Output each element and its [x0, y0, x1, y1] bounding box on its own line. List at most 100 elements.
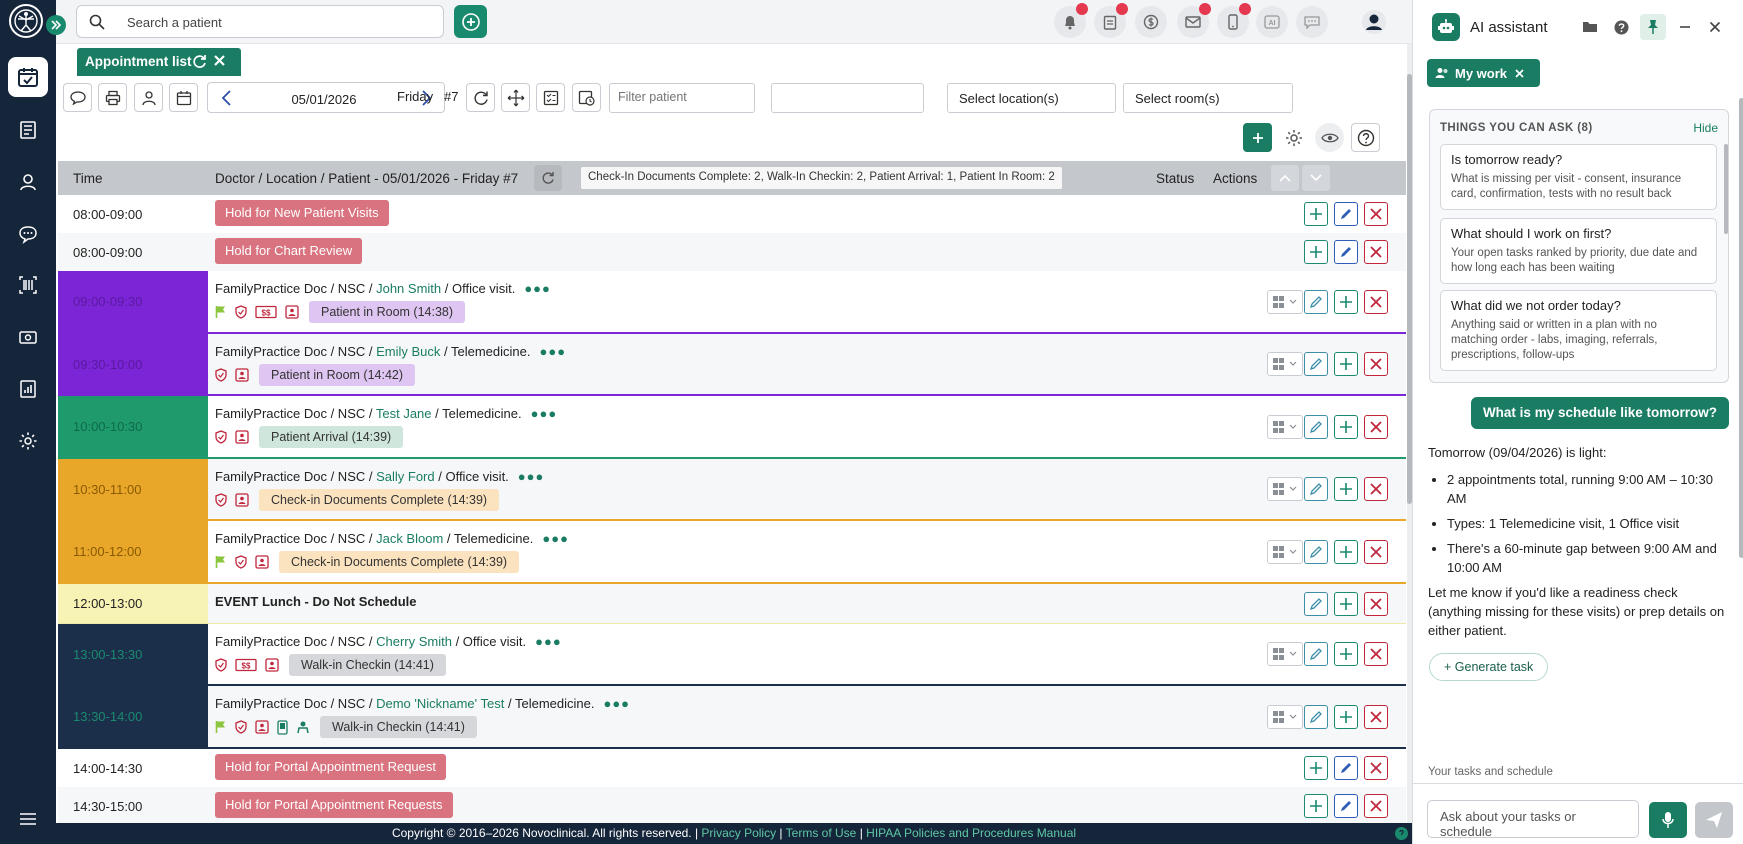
- more-options-icon[interactable]: ●●●: [518, 469, 545, 484]
- hold-block[interactable]: Hold for Portal Appointment Requests: [215, 792, 453, 818]
- hide-suggestions-link[interactable]: Hide: [1693, 121, 1718, 135]
- status-badge[interactable]: Check-in Documents Complete (14:39): [259, 489, 500, 511]
- calendar-button[interactable]: [169, 83, 198, 112]
- edit-button[interactable]: [1304, 414, 1328, 439]
- patient-name-link[interactable]: Cherry Smith: [376, 634, 452, 649]
- billing-nav-icon[interactable]: [8, 317, 48, 357]
- add-button[interactable]: [1334, 539, 1358, 564]
- apps-dropdown-icon[interactable]: [1267, 352, 1303, 376]
- add-button[interactable]: [1334, 642, 1358, 666]
- add-button[interactable]: [1334, 477, 1358, 501]
- delete-button[interactable]: [1364, 591, 1388, 616]
- delete-button[interactable]: [1364, 477, 1388, 501]
- messages-icon[interactable]: [1296, 6, 1328, 38]
- vitruvian-logo-icon[interactable]: [9, 4, 43, 38]
- more-options-icon[interactable]: ●●●: [524, 281, 551, 296]
- folder-icon[interactable]: [1577, 14, 1603, 40]
- calendar-nav-icon[interactable]: [8, 57, 48, 97]
- add-button[interactable]: [1334, 414, 1358, 439]
- more-options-icon[interactable]: ●●●: [531, 406, 558, 421]
- delete-button[interactable]: [1364, 642, 1388, 666]
- apps-dropdown-icon[interactable]: [1267, 477, 1303, 501]
- hold-block[interactable]: Hold for Chart Review: [215, 238, 363, 264]
- notifications-bell-icon[interactable]: [1054, 3, 1088, 38]
- edit-button[interactable]: [1304, 704, 1328, 729]
- refresh-tab-icon[interactable]: [192, 54, 207, 69]
- generate-task-button[interactable]: + Generate task: [1429, 653, 1549, 681]
- delete-button[interactable]: [1364, 756, 1388, 780]
- suggestions-scrollbar[interactable]: [1724, 144, 1728, 234]
- barcode-nav-icon[interactable]: [8, 265, 48, 305]
- mobile-icon[interactable]: [1217, 3, 1251, 38]
- help-icon[interactable]: [1608, 14, 1634, 40]
- apps-dropdown-icon[interactable]: [1267, 539, 1303, 564]
- filter-patient-input[interactable]: [618, 90, 738, 104]
- chat-nav-icon[interactable]: [8, 214, 48, 254]
- my-work-chip[interactable]: My work: [1427, 59, 1541, 87]
- edit-button[interactable]: [1304, 289, 1328, 314]
- schedule-clock-button[interactable]: [572, 83, 601, 112]
- delete-button[interactable]: [1364, 704, 1388, 729]
- expand-sidebar-icon[interactable]: [46, 15, 66, 35]
- apps-dropdown-icon[interactable]: [1267, 642, 1303, 666]
- patient-name-link[interactable]: Jack Bloom: [376, 531, 443, 546]
- apps-dropdown-icon[interactable]: [1267, 289, 1303, 314]
- clipboard-icon[interactable]: [1094, 3, 1128, 38]
- view-eye-icon[interactable]: [1315, 123, 1344, 152]
- terms-of-use-link[interactable]: Terms of Use: [786, 826, 857, 840]
- patient-name-link[interactable]: Sally Ford: [376, 469, 435, 484]
- more-options-icon[interactable]: ●●●: [535, 634, 562, 649]
- settings-nav-icon[interactable]: [8, 421, 48, 461]
- add-button[interactable]: [1304, 794, 1328, 818]
- settings-gear-icon[interactable]: [1279, 123, 1308, 152]
- scroll-up-icon[interactable]: [1271, 165, 1299, 191]
- ai-message-input[interactable]: [1427, 800, 1639, 838]
- status-badge[interactable]: Patient in Room (14:38): [309, 301, 466, 323]
- close-icon[interactable]: [1702, 14, 1728, 40]
- edit-button[interactable]: [1304, 642, 1328, 666]
- edit-button[interactable]: [1334, 794, 1358, 818]
- close-tab-icon[interactable]: [213, 54, 226, 67]
- status-badge[interactable]: Patient Arrival (14:39): [259, 426, 404, 448]
- ai-icon[interactable]: AI: [1256, 6, 1288, 38]
- more-options-icon[interactable]: ●●●: [603, 696, 630, 711]
- minimize-icon[interactable]: [1672, 14, 1698, 40]
- menu-icon[interactable]: [8, 806, 48, 832]
- send-button[interactable]: [1695, 802, 1733, 838]
- edit-button[interactable]: [1304, 539, 1328, 564]
- help-question-icon[interactable]: [1395, 827, 1408, 840]
- edit-button[interactable]: [1334, 240, 1358, 264]
- add-button[interactable]: [1304, 240, 1328, 264]
- refresh-button[interactable]: [466, 83, 495, 112]
- checklist-button[interactable]: [536, 83, 565, 112]
- patient-name-link[interactable]: Demo 'Nickname' Test: [376, 696, 504, 711]
- hipaa-manual-link[interactable]: HIPAA Policies and Procedures Manual: [866, 826, 1076, 840]
- document-nav-icon[interactable]: [8, 110, 48, 150]
- privacy-policy-link[interactable]: Privacy Policy: [701, 826, 776, 840]
- add-button[interactable]: [1334, 591, 1358, 616]
- comment-button[interactable]: [63, 83, 92, 112]
- ai-scrollbar-thumb[interactable]: [1739, 98, 1743, 558]
- delete-button[interactable]: [1364, 794, 1388, 818]
- suggestion-card[interactable]: What did we not order today? Anything sa…: [1440, 290, 1717, 371]
- more-options-icon[interactable]: ●●●: [539, 344, 566, 359]
- scroll-down-icon[interactable]: [1302, 165, 1330, 191]
- pin-icon[interactable]: [1640, 14, 1666, 40]
- patient-search[interactable]: [76, 5, 444, 38]
- search-input[interactable]: [127, 12, 427, 32]
- delete-button[interactable]: [1364, 202, 1388, 226]
- profile-avatar-icon[interactable]: [1358, 6, 1390, 38]
- edit-button[interactable]: [1304, 591, 1328, 616]
- apps-dropdown-icon[interactable]: [1267, 414, 1303, 439]
- print-button[interactable]: [98, 83, 127, 112]
- patient-name-link[interactable]: Emily Buck: [376, 344, 440, 359]
- edit-button[interactable]: [1334, 202, 1358, 226]
- more-options-icon[interactable]: ●●●: [542, 531, 569, 546]
- room-select[interactable]: Select room(s): [1123, 83, 1293, 113]
- add-button[interactable]: [1304, 756, 1328, 780]
- filter-patient-field[interactable]: [609, 83, 755, 113]
- previous-day-icon[interactable]: [220, 89, 234, 107]
- edit-button[interactable]: [1334, 756, 1358, 780]
- delete-button[interactable]: [1364, 240, 1388, 264]
- suggestion-card[interactable]: What should I work on first? Your open t…: [1440, 218, 1717, 284]
